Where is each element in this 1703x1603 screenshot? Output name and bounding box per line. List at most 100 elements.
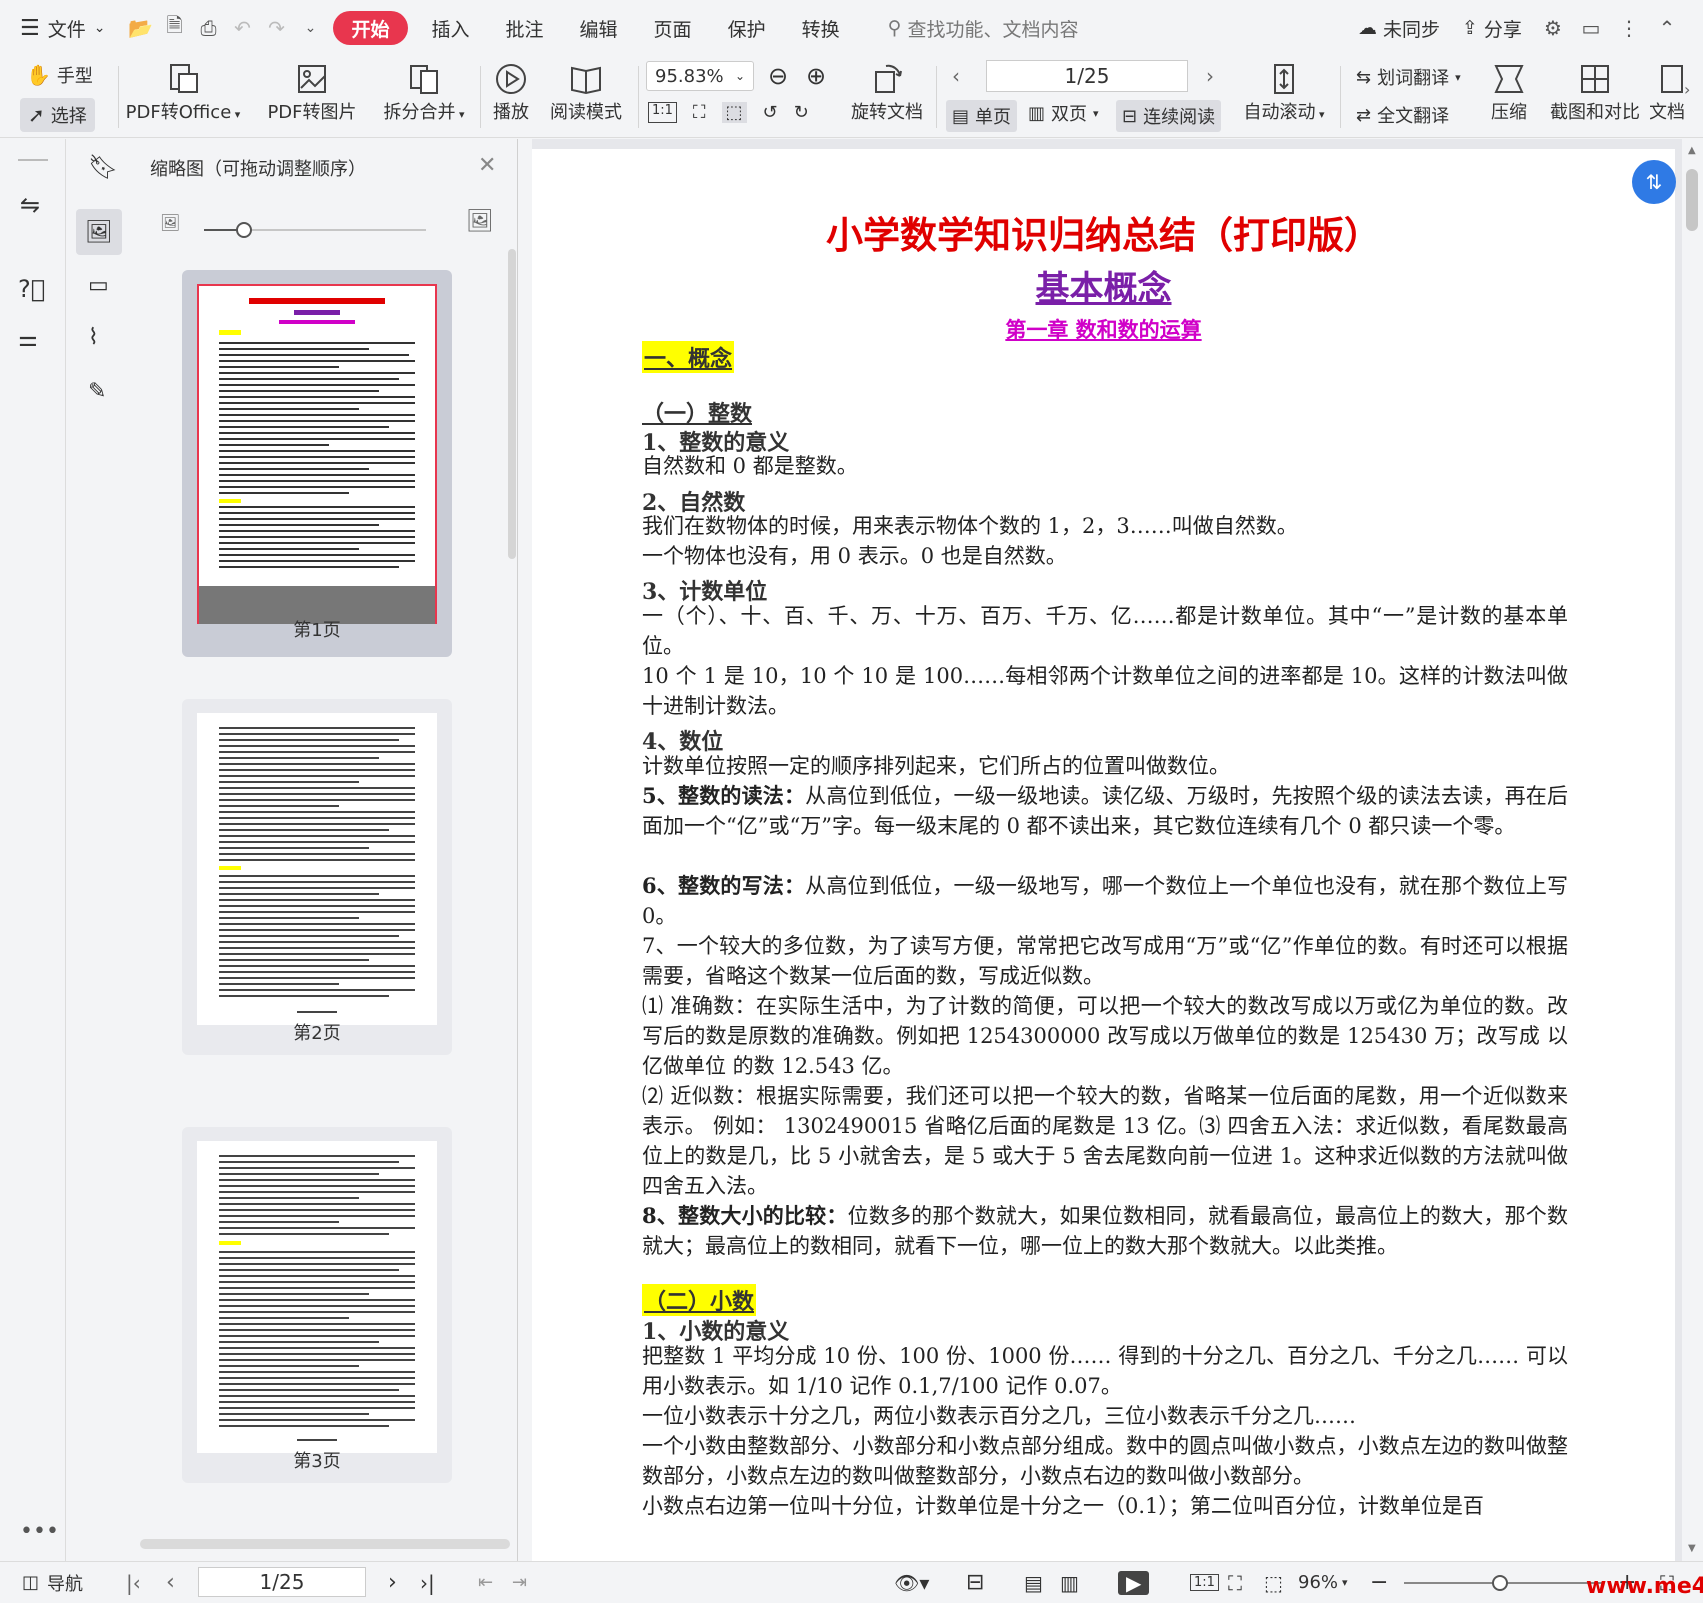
thumbnail-page-2[interactable]: 第2页 (182, 699, 452, 1055)
pdf-to-office-button[interactable]: PDF转Office ▾ (124, 60, 242, 124)
fit-width-icon[interactable]: ⬚ (1264, 1562, 1283, 1603)
collapse-ribbon-icon[interactable]: ⌃ (1650, 11, 1684, 45)
play-mode-icon[interactable]: ▶ (1118, 1562, 1150, 1603)
rotate-document-button[interactable]: 旋转文档 (846, 60, 928, 124)
fit-page-icon[interactable]: ⛶ (693, 102, 706, 123)
comment-icon[interactable]: ▭ (1574, 11, 1608, 45)
rotate-left-icon[interactable]: ↺ (763, 102, 778, 123)
forward-icon[interactable]: ⇥ (512, 1562, 527, 1603)
tab-annotate[interactable]: 批注 (488, 0, 562, 56)
auto-scroll-button[interactable]: 自动滚动 ▾ (1240, 60, 1328, 124)
prev-page-icon[interactable]: ‹ (952, 64, 960, 88)
undo-icon[interactable]: ↶ (225, 11, 259, 45)
scrollbar-thumb[interactable] (1686, 169, 1698, 231)
more-quick-icon[interactable]: ⌄ (293, 11, 327, 45)
vertical-scrollbar[interactable]: ▲ ▼ (1682, 139, 1703, 1561)
compress-label: 压缩 (1491, 102, 1527, 123)
first-page-icon[interactable]: |‹ (126, 1562, 141, 1603)
tab-page[interactable]: 页面 (636, 0, 710, 56)
actual-size-icon[interactable]: 1:1 (648, 102, 677, 123)
more-icon[interactable]: ⋮ (1612, 11, 1646, 45)
thumbnail-page-3[interactable]: 第3页 (182, 1127, 452, 1483)
fit-width-icon[interactable]: ⬚ (721, 102, 747, 123)
continuous-read-button[interactable]: ⊟ 连续阅读 (1116, 100, 1222, 132)
pdf-to-image-button[interactable]: PDF转图片 (262, 60, 362, 124)
convert-icon[interactable]: ⇋ (20, 191, 40, 219)
single-page-button[interactable]: ▤ 单页 (946, 100, 1018, 132)
bookmark-icon[interactable]: 🔖︎ (88, 153, 118, 181)
compress-button[interactable]: 压缩 (1486, 60, 1532, 124)
sync-status[interactable]: ☁ 未同步 (1358, 15, 1440, 42)
word-translate-button[interactable]: ⇆ 划词翻译 ▾ (1356, 64, 1461, 90)
continuous-mode-icon[interactable]: ⊟ (966, 1562, 984, 1603)
thumbnail-tab-icon[interactable]: 🖼︎ (76, 209, 122, 255)
read-mode-button[interactable]: 阅读模式 (546, 60, 626, 124)
page-input[interactable]: 1/25 (986, 60, 1188, 92)
large-image-icon[interactable]: 🖼︎ (466, 209, 494, 234)
more-options-icon[interactable]: ••• (20, 1519, 59, 1544)
status-page-input[interactable]: 1/25 (198, 1567, 366, 1597)
signature-icon[interactable]: ✎ (88, 379, 106, 404)
more-tools-button[interactable]: 文档 (1650, 60, 1684, 124)
search-box[interactable]: ⚲ 查找功能、文档内容 (888, 15, 1079, 42)
tab-edit[interactable]: 编辑 (562, 0, 636, 56)
navigation-toggle[interactable]: ◫ 导航 (22, 1562, 83, 1603)
close-icon[interactable]: ✕ (478, 153, 496, 178)
tab-protect[interactable]: 保护 (710, 0, 784, 56)
scroll-up-icon[interactable]: ▲ (1688, 145, 1696, 156)
file-menu[interactable]: ☰ 文件 ⌄ (0, 0, 123, 56)
next-page-icon[interactable]: › (388, 1562, 397, 1603)
fit-page-icon[interactable]: ⛶ (1228, 1562, 1242, 1603)
split-merge-button[interactable]: 拆分合并 ▾ (376, 60, 472, 124)
save-icon[interactable]: 🗎 (157, 11, 191, 45)
single-page-mode-icon[interactable]: ▤ (1024, 1562, 1043, 1603)
status-zoom-select[interactable]: 96% ▾ (1298, 1562, 1348, 1603)
tab-insert[interactable]: 插入 (414, 0, 488, 56)
zoom-slider-handle[interactable] (1492, 1575, 1508, 1591)
paragraph: 8、整数大小的比较：位数多的那个数就大，如果位数相同，就看最高位，最高位上的数大… (642, 1201, 1568, 1261)
select-tool-button[interactable]: ➚ 选择 (20, 98, 95, 132)
actual-size-icon[interactable]: 1:1 (1190, 1562, 1219, 1603)
zoom-out-icon[interactable]: − (1370, 1562, 1388, 1603)
screenshot-compare-button[interactable]: 截图和对比 (1546, 60, 1644, 124)
dropdown-caret-icon: ▾ (455, 108, 465, 121)
horizontal-scrollbar[interactable] (140, 1539, 510, 1549)
convert-float-icon[interactable]: ⇅ (1632, 160, 1676, 204)
tab-start[interactable]: 开始 (333, 11, 408, 45)
document-view[interactable]: 小学数学知识归纳总结（打印版） 基本概念 第一章 数和数的运算 一、概念 （一）… (532, 139, 1682, 1561)
double-page-button[interactable]: ▥ 双页 ▾ (1028, 100, 1099, 126)
eye-protect-icon[interactable]: 👁︎▾ (894, 1562, 929, 1603)
thumbnail-scrollbar[interactable] (508, 249, 516, 559)
hand-tool-button[interactable]: ✋ 手型 (26, 62, 93, 88)
last-page-icon[interactable]: ›| (420, 1562, 435, 1603)
ribbon-scroll-right-icon[interactable]: › (1684, 80, 1690, 99)
help-icon[interactable]: ?⃝ (18, 275, 45, 303)
zoom-select[interactable]: 95.83% ⌄ (646, 61, 754, 91)
print-icon[interactable]: ⎙ (191, 11, 225, 45)
adjust-icon[interactable]: ⚌ (18, 327, 38, 352)
rotate-right-icon[interactable]: ↻ (794, 102, 809, 123)
small-image-icon[interactable]: 🖼︎ (160, 213, 180, 232)
comment-panel-icon[interactable]: ▭ (88, 273, 109, 298)
redo-icon[interactable]: ↷ (259, 11, 293, 45)
attachment-icon[interactable]: ⌇ (88, 325, 99, 350)
double-page-mode-icon[interactable]: ▥ (1060, 1562, 1079, 1603)
zoom-in-icon[interactable]: ⊕ (806, 62, 826, 90)
scroll-down-icon[interactable]: ▼ (1688, 1543, 1696, 1554)
next-page-icon[interactable]: › (1206, 64, 1214, 88)
open-icon[interactable]: 📂 (123, 11, 157, 45)
paragraph: 7、一个较大的多位数，为了读写方便，常常把它改写成用“万”或“亿”作单位的数。有… (642, 934, 1568, 988)
full-translate-button[interactable]: ⇄ 全文翻译 (1356, 102, 1449, 128)
slider-handle[interactable] (236, 222, 252, 238)
back-icon[interactable]: ⇤ (478, 1562, 493, 1603)
thumbnail-label: 第3页 (293, 1451, 341, 1472)
settings-icon[interactable]: ⚙ (1536, 11, 1570, 45)
share-button[interactable]: ⇪ 分享 (1462, 15, 1522, 42)
prev-page-icon[interactable]: ‹ (166, 1562, 175, 1603)
zoom-out-icon[interactable]: ⊖ (768, 62, 788, 90)
hamburger-icon: ☰ (20, 15, 40, 41)
play-button[interactable]: 播放 (486, 60, 536, 124)
screenshot-label: 截图和对比 (1550, 102, 1640, 123)
tab-convert[interactable]: 转换 (784, 0, 858, 56)
thumbnail-page-1[interactable]: 第1页 (182, 270, 452, 657)
